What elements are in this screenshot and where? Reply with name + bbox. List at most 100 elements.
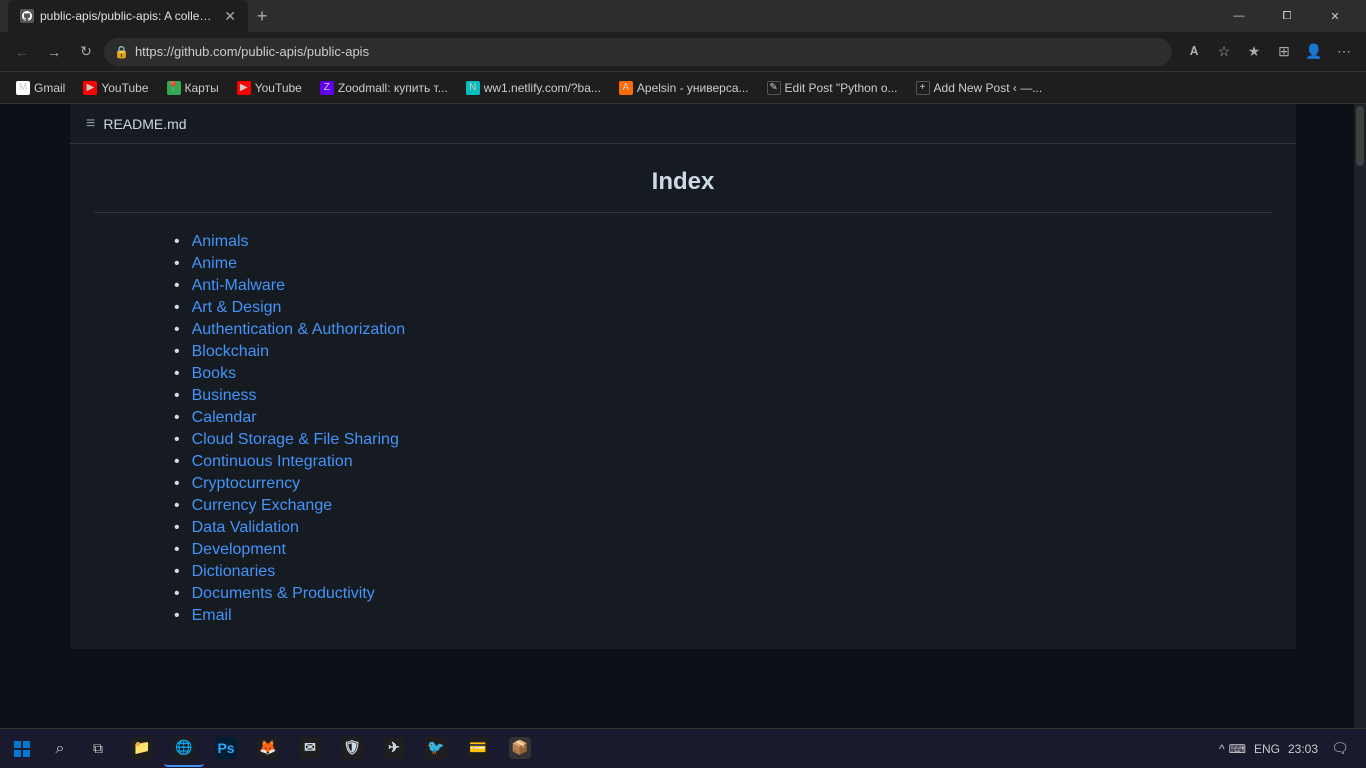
taskbar-apps: 📁 🌐Ps 🦊 ✉🛡 ✈ 🐦 💳 📦: [122, 731, 540, 767]
bookmark-icon-youtube2: ▶: [237, 81, 251, 95]
taskbar-clock[interactable]: 23:03: [1288, 742, 1318, 756]
taskbar-app-twitter[interactable]: 🐦: [416, 731, 456, 767]
readme-filename: README.md: [103, 116, 186, 132]
taskbar-app-mail[interactable]: ✉: [290, 731, 330, 767]
new-tab-button[interactable]: +: [248, 2, 276, 30]
index-divider: [94, 212, 1272, 213]
app-icon-firefox: 🦊: [257, 737, 279, 759]
index-link-7[interactable]: Business: [192, 387, 257, 405]
list-item: Data Validation: [174, 519, 1272, 537]
bookmark-netlify[interactable]: Nww1.netlify.com/?ba...: [458, 76, 609, 100]
address-bar[interactable]: 🔒 https://github.com/public-apis/public-…: [104, 38, 1172, 66]
taskbar-app-photoshop[interactable]: Ps: [206, 731, 246, 767]
bookmark-addnew[interactable]: +Add New Post ‹ —...: [908, 76, 1051, 100]
index-link-11[interactable]: Cryptocurrency: [192, 475, 300, 493]
list-item: Art & Design: [174, 299, 1272, 317]
list-item: Currency Exchange: [174, 497, 1272, 515]
collections-button[interactable]: ⊞: [1270, 38, 1298, 66]
bookmark-label-editpost: Edit Post "Python o...: [785, 81, 898, 95]
bookmark-label-youtube1: YouTube: [101, 81, 148, 95]
minimize-button[interactable]: —: [1216, 0, 1262, 32]
index-link-3[interactable]: Art & Design: [192, 299, 282, 317]
taskbar-search-button[interactable]: ⌕: [42, 731, 78, 767]
windows-logo: [14, 741, 30, 757]
index-link-12[interactable]: Currency Exchange: [192, 497, 333, 515]
profile-button[interactable]: 👤: [1300, 38, 1328, 66]
index-link-0[interactable]: Animals: [192, 233, 249, 251]
bookmark-editpost[interactable]: ✎Edit Post "Python o...: [759, 76, 906, 100]
notification-button[interactable]: 🗨: [1326, 735, 1354, 763]
scrollbar-thumb[interactable]: [1356, 106, 1364, 166]
taskbar-app-telegram[interactable]: ✈: [374, 731, 414, 767]
index-link-17[interactable]: Email: [192, 607, 232, 625]
app-icon-twitter: 🐦: [425, 737, 447, 759]
taskbar-app-file-explorer[interactable]: 📁: [122, 731, 162, 767]
index-list: Animals Anime Anti-Malware Art & Design Auth…: [94, 233, 1272, 625]
bookmark-label-maps: Карты: [185, 81, 219, 95]
bookmark-maps[interactable]: 📍Карты: [159, 76, 227, 100]
index-link-1[interactable]: Anime: [192, 255, 237, 273]
app-icon-file-explorer: 📁: [131, 737, 153, 759]
index-link-10[interactable]: Continuous Integration: [192, 453, 353, 471]
bookmark-label-netlify: ww1.netlify.com/?ba...: [484, 81, 601, 95]
list-item: Anti-Malware: [174, 277, 1272, 295]
active-tab[interactable]: public-apis/public-apis: A collec... ✕: [8, 0, 248, 32]
list-item: Animals: [174, 233, 1272, 251]
scrollbar[interactable]: [1354, 104, 1366, 728]
index-link-9[interactable]: Cloud Storage & File Sharing: [192, 431, 399, 449]
bookmark-apelsin[interactable]: A Apelsin - универса...: [611, 76, 757, 100]
taskbar-app-firefox[interactable]: 🦊: [248, 731, 288, 767]
system-tray: ^ ⌨: [1219, 742, 1246, 756]
bookmark-label-apelsin: Apelsin - универса...: [637, 81, 749, 95]
window-controls: — ⧠ ✕: [1216, 0, 1358, 32]
list-item: Email: [174, 607, 1272, 625]
forward-button[interactable]: →: [40, 38, 68, 66]
task-view-button[interactable]: ⧉: [80, 731, 116, 767]
close-button[interactable]: ✕: [1312, 0, 1358, 32]
bookmark-icon-apelsin: A: [619, 81, 633, 95]
language-indicator: ENG: [1254, 742, 1280, 756]
start-button[interactable]: [4, 731, 40, 767]
nav-actions: 𝐀 ☆ ★ ⊞ 👤 ⋯: [1180, 38, 1358, 66]
refresh-button[interactable]: ↻: [72, 38, 100, 66]
bookmark-icon-addnew: +: [916, 81, 930, 95]
index-link-15[interactable]: Dictionaries: [192, 563, 276, 581]
bookmark-zoodmall[interactable]: Z Zoodmall: купить т...: [312, 76, 456, 100]
settings-button[interactable]: ⋯: [1330, 38, 1358, 66]
chevron-icon[interactable]: ^: [1219, 742, 1225, 756]
index-link-2[interactable]: Anti-Malware: [192, 277, 285, 295]
index-link-13[interactable]: Data Validation: [192, 519, 299, 537]
lock-icon: 🔒: [114, 45, 129, 59]
taskbar-app-box[interactable]: 📦: [500, 731, 540, 767]
back-button[interactable]: ←: [8, 38, 36, 66]
taskbar: ⌕ ⧉ 📁 🌐Ps 🦊 ✉🛡 ✈ 🐦 💳 📦 ^ ⌨ ENG 23:03 🗨: [0, 728, 1366, 768]
taskbar-app-chrome[interactable]: 🌐: [164, 731, 204, 767]
index-link-4[interactable]: Authentication & Authorization: [192, 321, 405, 339]
bookmark-label-zoodmall: Zoodmall: купить т...: [338, 81, 448, 95]
index-link-6[interactable]: Books: [192, 365, 236, 383]
reader-mode-button[interactable]: 𝐀: [1180, 38, 1208, 66]
app-icon-telegram: ✈: [383, 737, 405, 759]
app-icon-box: 📦: [509, 737, 531, 759]
list-item: Calendar: [174, 409, 1272, 427]
navigation-bar: ← → ↻ 🔒 https://github.com/public-apis/p…: [0, 32, 1366, 72]
tab-close-button[interactable]: ✕: [224, 8, 236, 25]
list-item: Blockchain: [174, 343, 1272, 361]
favorites-add-button[interactable]: ☆: [1210, 38, 1238, 66]
bookmark-gmail[interactable]: MGmail: [8, 76, 73, 100]
index-link-16[interactable]: Documents & Productivity: [192, 585, 375, 603]
index-heading: Index: [94, 168, 1272, 196]
bookmark-icon-zoodmall: Z: [320, 81, 334, 95]
bookmark-youtube2[interactable]: ▶ YouTube: [229, 76, 310, 100]
taskbar-app-shield[interactable]: 🛡: [332, 731, 372, 767]
keyboard-icon: ⌨: [1229, 742, 1246, 756]
index-link-8[interactable]: Calendar: [192, 409, 257, 427]
index-link-14[interactable]: Development: [192, 541, 286, 559]
list-item: Business: [174, 387, 1272, 405]
bookmark-youtube1[interactable]: ▶YouTube: [75, 76, 156, 100]
bookmark-label-youtube2: YouTube: [255, 81, 302, 95]
maximize-button[interactable]: ⧠: [1264, 0, 1310, 32]
index-link-5[interactable]: Blockchain: [192, 343, 269, 361]
favorites-button[interactable]: ★: [1240, 38, 1268, 66]
taskbar-app-pay[interactable]: 💳: [458, 731, 498, 767]
